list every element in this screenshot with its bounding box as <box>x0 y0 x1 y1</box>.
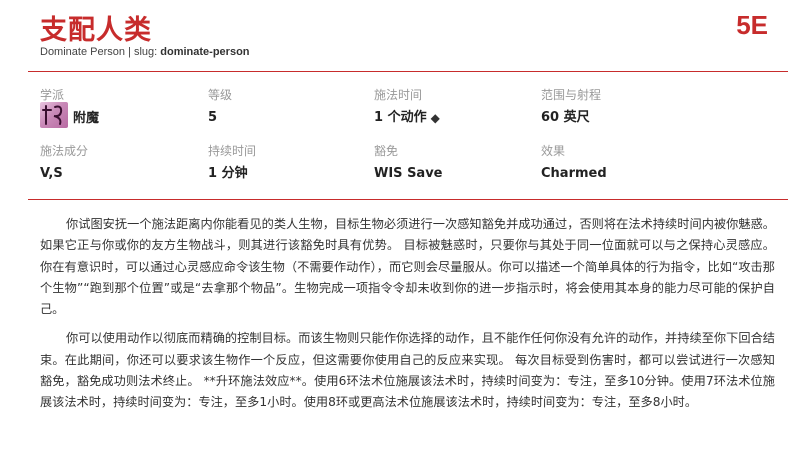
description-paragraph: 你试图安抚一个施法距离内你能看见的类人生物，目标生物必须进行一次感知豁免并成功通… <box>40 217 775 317</box>
spell-header: 支配人类 5E Dominate Person | slug: dominate… <box>0 0 810 70</box>
stat-value: 附魔 <box>73 111 100 126</box>
stat-value: 1 分钟 <box>208 166 248 181</box>
header-divider <box>28 71 788 72</box>
stat-value: Charmed <box>541 166 607 181</box>
stat-save: 豁免 WIS Save <box>374 144 534 182</box>
stat-label: 效果 <box>541 144 566 158</box>
description-paragraph: 你可以使用动作以彻底而精确的控制目标。而该生物则只能作你选择的动作，且不能作任何… <box>40 331 775 410</box>
stat-level: 等级 5 <box>208 88 368 126</box>
stat-components: 施法成分 V,S <box>40 144 200 182</box>
stat-value: 1 个动作 <box>374 110 427 125</box>
stat-casting-time: 施法时间 1 个动作 ◆ <box>374 88 534 126</box>
enchantment-school-icon <box>40 102 68 128</box>
stat-value: 60 英尺 <box>541 110 590 125</box>
slug-value: dominate-person <box>160 46 250 58</box>
stat-label: 范围与射程 <box>541 88 602 102</box>
stat-effect: 效果 Charmed <box>541 144 701 182</box>
slug-label: | slug: <box>128 46 158 58</box>
stat-value: V,S <box>40 166 63 181</box>
stat-label: 施法成分 <box>40 144 89 158</box>
stat-label: 等级 <box>208 88 233 102</box>
stat-duration: 持续时间 1 分钟 <box>208 144 368 182</box>
spell-description: 你试图安抚一个施法距离内你能看见的类人生物，目标生物必须进行一次感知豁免并成功通… <box>40 214 775 422</box>
stats-divider <box>28 199 788 200</box>
diamond-icon[interactable]: ◆ <box>431 110 440 126</box>
stat-label: 豁免 <box>374 144 399 158</box>
english-name: Dominate Person <box>40 46 125 58</box>
stat-label: 持续时间 <box>208 144 257 158</box>
enchantment-glyph-icon <box>42 105 63 125</box>
stat-value: 5 <box>208 110 218 125</box>
stat-label: 施法时间 <box>374 88 423 102</box>
stat-school: 学派 附魔 <box>40 88 200 128</box>
spell-subtitle: Dominate Person | slug: dominate-person <box>40 46 250 58</box>
stat-range: 范围与射程 60 英尺 <box>541 88 701 126</box>
spell-title: 支配人类 <box>40 15 152 46</box>
spell-page: 支配人类 5E Dominate Person | slug: dominate… <box>0 0 810 473</box>
edition-badge: 5E <box>736 10 768 40</box>
stat-value: WIS Save <box>374 166 443 181</box>
stat-label: 学派 <box>40 88 65 102</box>
